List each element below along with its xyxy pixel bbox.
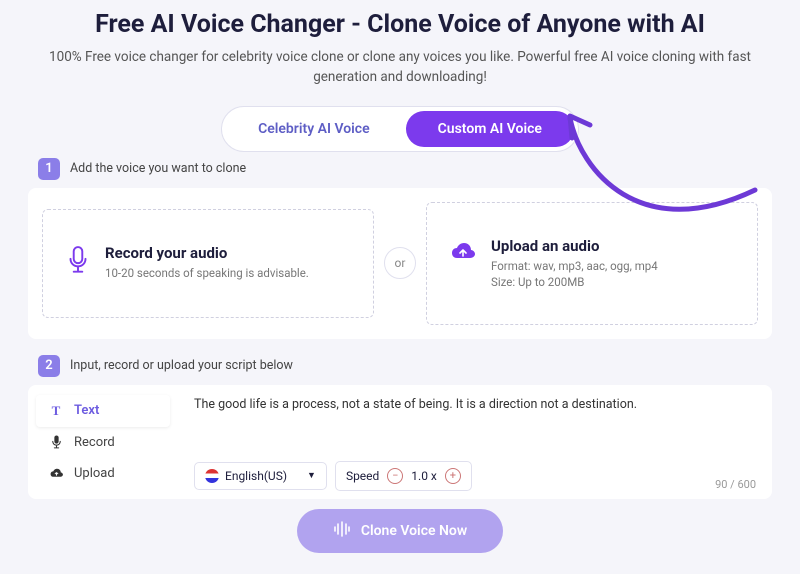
record-audio-option[interactable]: Record your audio 10-20 seconds of speak… [42,209,374,318]
input-tab-text[interactable]: T Text [36,395,170,427]
tab-celebrity-voice[interactable]: Celebrity AI Voice [226,111,402,147]
step-1-label: Add the voice you want to clone [70,161,246,176]
upload-title: Upload an audio [491,237,658,255]
clone-voice-label: Clone Voice Now [361,523,467,539]
char-counter: 90 / 600 [715,478,756,491]
clone-voice-button[interactable]: Clone Voice Now [297,509,503,553]
waveform-icon [333,521,351,541]
tab-custom-voice[interactable]: Custom AI Voice [406,111,574,147]
input-tab-record-label: Record [74,435,115,450]
microphone-icon [48,435,64,450]
speed-decrease-button[interactable]: − [387,468,403,484]
page-subtitle: 100% Free voice changer for celebrity vo… [20,47,780,88]
input-tab-text-label: Text [74,403,99,418]
mode-tabs: Celebrity AI Voice Custom AI Voice [0,106,800,152]
script-card: T Text Record Upload The good life is a … [28,385,772,499]
flag-us-icon [205,469,219,483]
language-dropdown[interactable]: English(US) ▼ [194,462,327,490]
upload-audio-option[interactable]: Upload an audio Format: wav, mp3, aac, o… [426,202,758,325]
record-desc: 10-20 seconds of speaking is advisable. [105,265,309,281]
text-icon: T [48,403,64,419]
chevron-down-icon: ▼ [307,470,316,481]
input-tab-record[interactable]: Record [36,427,170,458]
input-tab-upload-label: Upload [74,466,115,481]
script-textarea[interactable]: The good life is a process, not a state … [194,397,756,449]
speed-control: Speed − 1.0 x + [335,461,472,491]
record-title: Record your audio [105,244,309,262]
input-tab-upload[interactable]: Upload [36,458,170,489]
speed-increase-button[interactable]: + [445,468,461,484]
step-2-number: 2 [38,355,60,377]
voice-source-card: Record your audio 10-20 seconds of speak… [28,188,772,339]
step-1-number: 1 [38,158,60,180]
or-separator: or [384,247,416,279]
page-title: Free AI Voice Changer - Clone Voice of A… [20,10,780,39]
microphone-icon [65,246,91,283]
language-label: English(US) [225,469,287,483]
input-method-tabs: T Text Record Upload [28,385,178,499]
speed-label: Speed [346,469,379,483]
cloud-upload-icon [48,467,64,479]
step-2-label: Input, record or upload your script belo… [70,358,293,373]
cloud-upload-icon [449,239,477,269]
speed-value: 1.0 x [411,469,437,483]
upload-desc: Format: wav, mp3, aac, ogg, mp4 Size: Up… [491,258,658,290]
